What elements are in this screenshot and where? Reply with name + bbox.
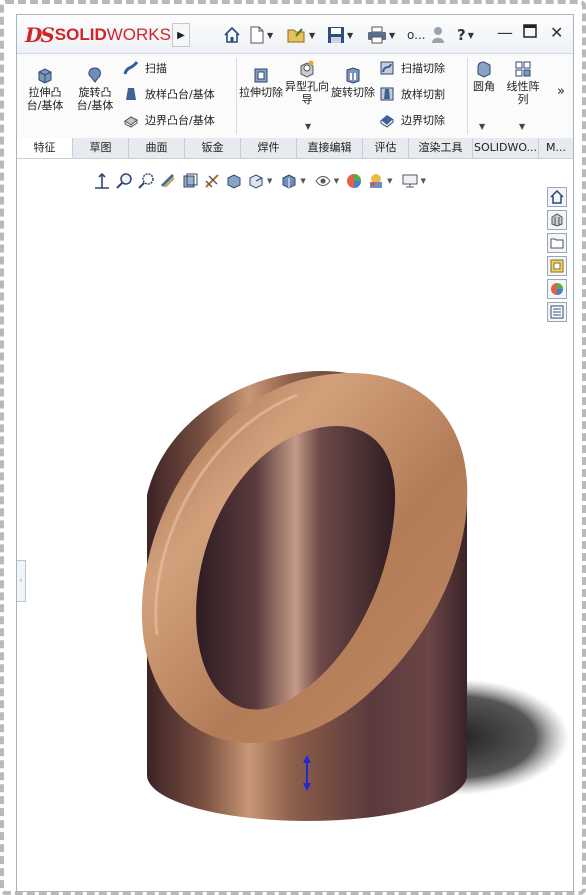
revolve-boss-icon	[88, 67, 101, 83]
apply-scene-icon[interactable]	[367, 172, 385, 190]
fillet-button[interactable]: 圆角	[469, 60, 499, 93]
tab-surfaces[interactable]: 曲面	[129, 138, 185, 158]
linear-pattern-label: 线性阵列	[506, 80, 540, 106]
tab-render-tools[interactable]: 渲染工具	[409, 138, 473, 158]
maximize-icon[interactable]	[523, 23, 537, 42]
tab-sheet-metal[interactable]: 钣金	[185, 138, 241, 158]
boundary-boss-button[interactable]: 边界凸台/基体	[123, 112, 215, 128]
view-orientation-icon[interactable]	[225, 172, 243, 190]
hide-show-dropdown-icon[interactable]: ▼	[300, 177, 305, 185]
close-icon[interactable]: ✕	[550, 23, 563, 42]
view-settings-icon[interactable]	[203, 172, 221, 190]
visibility-dropdown-icon[interactable]: ▼	[334, 177, 339, 185]
revolve-cut-label: 旋转切除	[331, 86, 375, 99]
linear-pattern-icon	[515, 61, 531, 77]
extrude-cut-button[interactable]: 拉伸切除	[239, 66, 283, 99]
ribbon-separator	[236, 58, 237, 134]
solidworks-window: DS SOLIDWORKS ▶ ▼ ▼ ▼ ▼ o... ? ▼ — ✕ 拉伸凸…	[16, 14, 574, 892]
sweep-button[interactable]: 扫描	[123, 60, 167, 76]
revolve-cut-icon	[346, 67, 360, 84]
truncated-menu-label[interactable]: o...	[407, 24, 426, 46]
hole-wizard-button[interactable]: 异型孔向导	[285, 60, 329, 106]
boundary-cut-label: 边界切除	[401, 114, 445, 127]
section-view-icon[interactable]	[159, 172, 177, 190]
extrude-boss-icon	[38, 68, 52, 84]
home-icon[interactable]	[223, 24, 241, 46]
heads-up-view-toolbar: ▼ ▼ ▼ ▼ ▼	[91, 170, 428, 192]
tab-evaluate[interactable]: 评估	[363, 138, 409, 158]
lofted-cut-icon	[380, 87, 394, 101]
user-icon[interactable]	[431, 24, 445, 46]
command-manager-ribbon: 拉伸凸台/基体 旋转凸台/基体 扫描 放样凸台/基体 边界凸台/基体 拉伸切除 …	[17, 54, 573, 139]
ds-logo-icon: DS	[25, 23, 55, 47]
extrude-cut-label: 拉伸切除	[239, 86, 283, 99]
zoom-to-fit-icon[interactable]	[93, 172, 111, 190]
loft-boss-button[interactable]: 放样凸台/基体	[123, 86, 215, 102]
help-label: ?	[457, 26, 466, 44]
save-icon[interactable]: ▼	[327, 24, 353, 46]
dynamic-annotation-icon[interactable]	[181, 172, 199, 190]
tab-solidworks-addins[interactable]: SOLIDWO...	[473, 138, 539, 158]
display-style-dropdown-icon[interactable]: ▼	[267, 177, 272, 185]
hole-wizard-label: 异型孔向导	[285, 80, 329, 106]
linear-pattern-dropdown-icon[interactable]: ▼	[519, 122, 525, 131]
fillet-dropdown-icon[interactable]: ▼	[479, 122, 485, 131]
help-icon[interactable]: ? ▼	[457, 24, 474, 46]
zoom-to-area-icon[interactable]	[115, 172, 133, 190]
tab-sketch[interactable]: 草图	[73, 138, 129, 158]
boundary-cut-icon	[380, 115, 394, 128]
tab-weldments[interactable]: 焊件	[241, 138, 297, 158]
tab-direct-editing[interactable]: 直接编辑	[297, 138, 363, 158]
hole-wizard-dropdown-icon[interactable]: ▼	[305, 122, 311, 131]
lofted-cut-label: 放样切割	[401, 88, 445, 101]
title-bar: DS SOLIDWORKS ▶ ▼ ▼ ▼ ▼ o... ? ▼ — ✕	[17, 15, 573, 54]
logo-solid-text: SOLID	[54, 25, 107, 44]
graphics-area[interactable]	[17, 195, 573, 892]
boundary-boss-label: 边界凸台/基体	[145, 114, 215, 127]
solidworks-logo: DS SOLIDWORKS	[25, 22, 171, 48]
apply-scene-dropdown-icon[interactable]: ▼	[387, 177, 392, 185]
edit-appearance-icon[interactable]	[345, 172, 363, 190]
display-style-icon[interactable]	[247, 172, 265, 190]
tab-features[interactable]: 特征	[17, 138, 73, 158]
loft-boss-label: 放样凸台/基体	[145, 88, 215, 101]
linear-pattern-button[interactable]: 线性阵列	[503, 60, 543, 106]
extrude-boss-button[interactable]: 拉伸凸台/基体	[23, 66, 67, 112]
fillet-icon	[477, 61, 491, 78]
sweep-icon	[123, 61, 139, 75]
boundary-cut-button[interactable]: 边界切除	[379, 112, 445, 128]
view-monitor-dropdown-icon[interactable]: ▼	[421, 177, 426, 185]
ribbon-separator	[467, 58, 468, 134]
boundary-boss-icon	[124, 116, 138, 128]
new-document-icon[interactable]: ▼	[249, 24, 273, 46]
revolve-boss-button[interactable]: 旋转凸台/基体	[73, 66, 117, 112]
logo-works-text: WORKS	[106, 25, 171, 44]
open-icon[interactable]: ▼	[287, 24, 315, 46]
fillet-label: 圆角	[473, 80, 495, 93]
revolve-cut-button[interactable]: 旋转切除	[331, 66, 375, 99]
swept-cut-icon	[380, 61, 394, 75]
extrude-cut-icon	[254, 68, 268, 83]
sweep-label: 扫描	[145, 62, 167, 75]
ribbon-more-button[interactable]: »	[557, 84, 565, 99]
lofted-cut-button[interactable]: 放样切割	[379, 86, 445, 102]
loft-boss-icon	[126, 88, 136, 100]
previous-view-icon[interactable]	[137, 172, 155, 190]
logo-wordmark: SOLIDWORKS	[55, 25, 171, 45]
revolve-boss-label: 旋转凸台/基体	[76, 86, 114, 112]
tab-more[interactable]: M...	[539, 138, 573, 158]
visibility-eye-icon[interactable]	[314, 172, 332, 190]
extrude-boss-label: 拉伸凸台/基体	[26, 86, 64, 112]
hide-show-items-icon[interactable]	[280, 172, 298, 190]
swept-cut-button[interactable]: 扫描切除	[379, 60, 445, 76]
command-manager-tabs: 特征 草图 曲面 钣金 焊件 直接编辑 评估 渲染工具 SOLIDWO... M…	[17, 138, 573, 159]
swept-cut-label: 扫描切除	[401, 62, 445, 75]
print-icon[interactable]: ▼	[367, 24, 395, 46]
expand-menu-arrow-icon[interactable]: ▶	[172, 23, 190, 47]
hole-wizard-icon	[300, 60, 314, 78]
minimize-icon[interactable]: —	[497, 23, 513, 42]
view-monitor-icon[interactable]	[401, 172, 419, 190]
